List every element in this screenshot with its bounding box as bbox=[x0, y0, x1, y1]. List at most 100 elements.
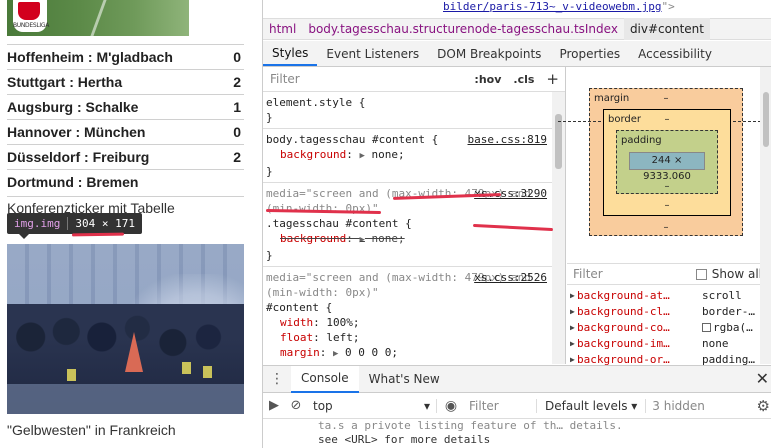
match-teams: Düsseldorf : Freiburg bbox=[7, 149, 150, 165]
console-message-line: ta.s a privote listing feature of th… de… bbox=[318, 419, 623, 432]
match-teams: Augsburg : Schalke bbox=[7, 99, 139, 115]
computed-name: background-or… bbox=[577, 352, 670, 366]
match-score: 0 bbox=[233, 124, 241, 140]
rule-source-link[interactable]: xs.css:2526 bbox=[474, 270, 547, 285]
breadcrumb-body[interactable]: body.tagesschau.structurenode-tagesschau… bbox=[302, 22, 624, 36]
match-score: 2 bbox=[233, 74, 241, 90]
property-name: float bbox=[280, 331, 314, 344]
rule-property[interactable]: float: left; bbox=[266, 330, 565, 345]
log-levels-dropdown[interactable]: Default levels ▾ bbox=[537, 399, 645, 413]
expand-triangle-icon[interactable]: ▶ bbox=[567, 291, 577, 300]
kebab-menu-icon[interactable]: ⋮ bbox=[263, 371, 291, 387]
rule-selector: element.style { bbox=[266, 96, 366, 109]
computed-property[interactable]: ▶ background-cl… border-… bbox=[567, 303, 771, 319]
rule-property[interactable]: width: 100%; bbox=[266, 315, 565, 330]
context-value: top bbox=[313, 398, 333, 413]
media-query: (min-width: 0px)" bbox=[266, 202, 379, 215]
match-row[interactable]: Hoffenheim : M'gladbach 0 bbox=[7, 44, 244, 69]
news-photo[interactable] bbox=[7, 244, 244, 414]
computed-property[interactable]: ▶ background-co… rgba(… bbox=[567, 319, 771, 335]
context-selector[interactable]: top ▾ bbox=[307, 398, 437, 413]
gear-icon[interactable]: ⚙ bbox=[757, 397, 770, 415]
console-drawer: ⋮ Console What's New ✕ ▶ ⊘ top ▾ ◉ Filte… bbox=[263, 365, 771, 448]
color-swatch-icon[interactable] bbox=[702, 322, 711, 332]
tab-event-listeners[interactable]: Event Listeners bbox=[317, 41, 428, 66]
computed-name: background-at… bbox=[577, 288, 670, 302]
hidden-count: 3 hidden bbox=[645, 398, 711, 413]
box-model-margin[interactable]: margin – – border – – padding – 244 × 93… bbox=[558, 88, 771, 236]
show-all-checkbox[interactable] bbox=[695, 268, 707, 280]
expand-triangle-icon[interactable]: ▶ bbox=[359, 151, 364, 161]
tooltip-size: 304 × 171 bbox=[75, 217, 135, 230]
dom-breadcrumb: html body.tagesschau.structurenode-tages… bbox=[263, 18, 771, 40]
tab-whats-new[interactable]: What's New bbox=[359, 366, 450, 393]
computed-scrollbar[interactable] bbox=[760, 67, 771, 364]
image-src-link[interactable]: bilder/paris-713~_v-videowebm.jpg bbox=[443, 0, 662, 13]
rule-property[interactable]: background: ▶ none; bbox=[266, 147, 565, 164]
match-teams: Hoffenheim : M'gladbach bbox=[7, 49, 173, 65]
border-bottom-value: – bbox=[664, 200, 670, 211]
console-message: ta.s a privote listing feature of th… de… bbox=[263, 419, 771, 448]
console-message-line: see <URL> for more details bbox=[318, 433, 491, 446]
match-row[interactable]: Dortmund : Bremen bbox=[7, 169, 244, 194]
match-row[interactable]: Hannover : München 0 bbox=[7, 119, 244, 144]
eye-icon[interactable]: ◉ bbox=[437, 398, 465, 414]
property-name: background bbox=[280, 232, 347, 245]
box-model-content[interactable]: 244 × 9333.060 bbox=[629, 152, 705, 182]
tab-dom-breakpoints[interactable]: DOM Breakpoints bbox=[428, 41, 550, 66]
margin-bottom-value: – bbox=[663, 222, 669, 233]
expand-triangle-icon[interactable]: ▶ bbox=[567, 339, 577, 348]
computed-property[interactable]: ▶ background-at… scroll bbox=[567, 287, 771, 303]
sidebar-toggle-icon[interactable]: ▶ bbox=[263, 398, 285, 413]
match-row[interactable]: Düsseldorf : Freiburg 2 bbox=[7, 144, 244, 169]
tab-properties[interactable]: Properties bbox=[550, 41, 629, 66]
expand-triangle-icon[interactable]: ▶ bbox=[567, 307, 577, 316]
property-value: 0 0 0 0; bbox=[345, 346, 399, 359]
cls-toggle[interactable]: .cls bbox=[507, 73, 540, 86]
expand-triangle-icon[interactable]: ▶ bbox=[567, 355, 577, 364]
new-rule-button[interactable]: + bbox=[540, 70, 565, 88]
rule-selector: #content { bbox=[266, 301, 333, 314]
rule-source-link[interactable]: base.css:819 bbox=[468, 132, 547, 147]
computed-name: background-cl… bbox=[577, 304, 670, 318]
photo-caption[interactable]: "Gelbwesten" in Frankreich bbox=[7, 422, 257, 438]
clear-console-icon[interactable]: ⊘ bbox=[285, 398, 307, 413]
media-query: (min-width: 0px)" bbox=[266, 286, 379, 299]
styles-filter-input[interactable]: Filter bbox=[263, 72, 468, 86]
match-row[interactable]: Stuttgart : Hertha 2 bbox=[7, 69, 244, 94]
tag-close: "> bbox=[661, 0, 675, 13]
rule-property-overridden[interactable]: background: ▶ none; bbox=[266, 231, 565, 248]
computed-value: border-… bbox=[702, 304, 755, 318]
match-row[interactable]: Augsburg : Schalke 1 bbox=[7, 94, 244, 119]
computed-pane: margin – – border – – padding – 244 × 93… bbox=[558, 67, 771, 366]
rule-close: } bbox=[266, 111, 273, 124]
style-rule[interactable]: xs.css:2526 media="screen and (max-width… bbox=[263, 267, 565, 364]
computed-value: padding… bbox=[702, 352, 755, 366]
tab-styles[interactable]: Styles bbox=[263, 41, 318, 66]
style-rule[interactable]: base.css:819 body.tagesschau #content { … bbox=[263, 129, 565, 183]
tab-accessibility[interactable]: Accessibility bbox=[629, 41, 721, 66]
styles-filter-bar: Filter :hov .cls + bbox=[263, 67, 565, 92]
style-rule-element[interactable]: element.style { } bbox=[263, 92, 565, 129]
styles-scrollbar[interactable] bbox=[552, 92, 565, 364]
breadcrumb-html[interactable]: html bbox=[263, 22, 302, 36]
console-toolbar: ▶ ⊘ top ▾ ◉ Filter Default levels ▾ 3 hi… bbox=[263, 393, 771, 419]
breadcrumb-content[interactable]: div#content bbox=[623, 18, 710, 40]
expand-triangle-icon[interactable]: ▶ bbox=[359, 235, 364, 245]
computed-filter-bar: Filter Show all bbox=[567, 263, 771, 285]
computed-filter-input[interactable]: Filter bbox=[567, 267, 696, 281]
annotation-underline bbox=[71, 232, 125, 237]
box-model-border[interactable]: border – – padding – 244 × 9333.060 bbox=[603, 109, 731, 216]
tooltip-tag: img.img bbox=[14, 217, 61, 230]
computed-property[interactable]: ▶ background-im… none bbox=[567, 335, 771, 351]
property-value: none; bbox=[371, 148, 405, 161]
box-model-padding[interactable]: padding – 244 × 9333.060 bbox=[616, 130, 718, 194]
hov-toggle[interactable]: :hov bbox=[468, 73, 507, 86]
console-filter-input[interactable]: Filter bbox=[465, 398, 537, 413]
expand-triangle-icon[interactable]: ▶ bbox=[567, 323, 577, 332]
expand-triangle-icon[interactable]: ▶ bbox=[333, 349, 338, 359]
tab-console[interactable]: Console bbox=[291, 365, 359, 393]
bundesliga-banner[interactable]: BUNDESLIGA bbox=[7, 0, 189, 36]
close-icon[interactable]: ✕ bbox=[756, 369, 769, 388]
rule-property[interactable]: margin: ▶ 0 0 0 0; bbox=[266, 345, 565, 362]
